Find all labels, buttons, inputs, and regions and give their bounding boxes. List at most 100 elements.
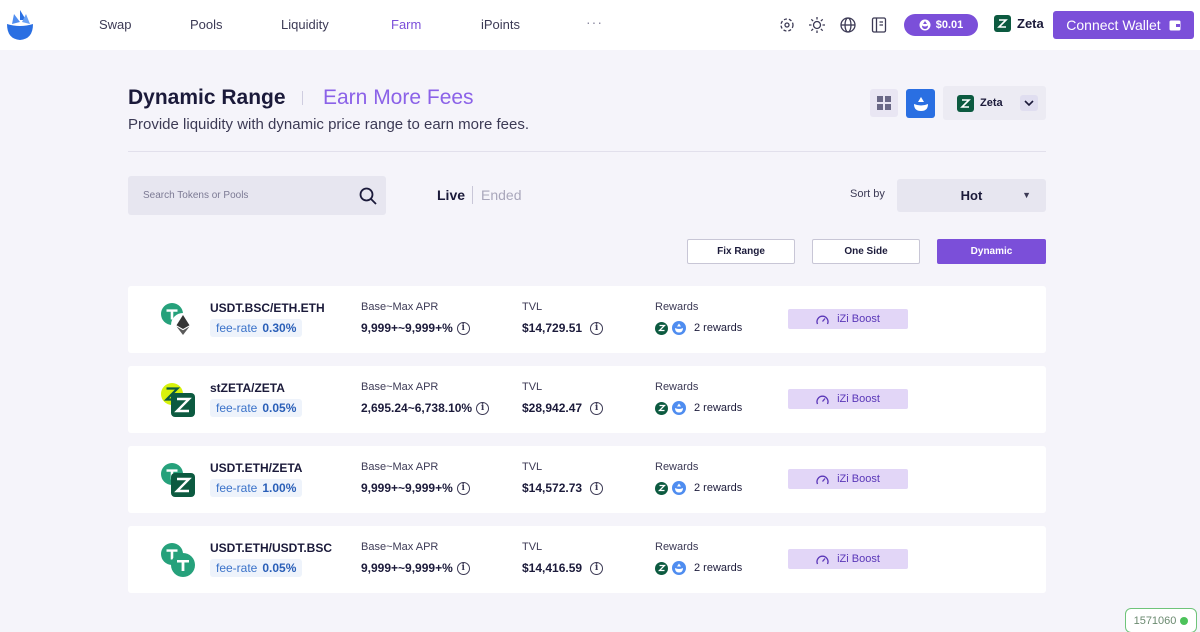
apr-cell: 9,999+~9,999+% i xyxy=(361,321,470,335)
apr-label: Base~Max APR xyxy=(361,461,439,473)
tab-ended[interactable]: Ended xyxy=(481,187,521,203)
rewards-count: 2 rewards xyxy=(694,402,743,414)
info-icon[interactable]: i xyxy=(590,321,604,335)
zeta-token-icon xyxy=(171,473,195,497)
farm-row[interactable]: USDT.ETH/USDT.BSC fee-rate 0.05% Base~Ma… xyxy=(128,526,1046,593)
zeta-token-icon xyxy=(171,393,195,417)
chain-select-label: Zeta xyxy=(980,97,1003,109)
izi-price-badge[interactable]: $0.01 xyxy=(904,14,978,36)
izumi-icon xyxy=(913,96,928,111)
search-box xyxy=(128,176,386,215)
sun-icon[interactable] xyxy=(807,15,827,35)
nav-pools[interactable]: Pools xyxy=(190,17,223,32)
pair-name: USDT.ETH/ZETA xyxy=(210,461,303,475)
izi-boost-label: iZi Boost xyxy=(837,473,880,485)
izi-view-button[interactable] xyxy=(906,89,935,118)
izi-boost-label: iZi Boost xyxy=(837,393,880,405)
top-nav: Swap Pools Liquidity Farm iPoints ··· $0… xyxy=(0,0,1200,50)
apr-value: 9,999+~9,999+% xyxy=(361,481,453,495)
apr-value: 9,999+~9,999+% xyxy=(361,321,453,335)
info-icon[interactable]: i xyxy=(590,481,604,495)
fee-badge: fee-rate 0.05% xyxy=(210,559,303,577)
page-description: Provide liquidity with dynamic price ran… xyxy=(128,116,530,133)
sort-label: Sort by xyxy=(850,188,885,200)
fix-range-button[interactable]: Fix Range xyxy=(687,239,795,264)
info-icon[interactable]: i xyxy=(456,561,470,575)
chain-indicator[interactable]: Zeta xyxy=(994,15,1044,32)
tvl-label: TVL xyxy=(522,381,543,393)
title-divider xyxy=(302,91,303,105)
wallet-icon xyxy=(1169,20,1181,30)
tab-divider xyxy=(472,186,473,204)
search-input[interactable] xyxy=(143,190,343,201)
rewards-count: 2 rewards xyxy=(694,322,743,334)
sort-select[interactable]: Hot ▼ xyxy=(897,179,1046,212)
nav-ipoints[interactable]: iPoints xyxy=(481,17,520,32)
izi-reward-icon xyxy=(672,561,686,575)
search-icon[interactable] xyxy=(358,186,378,206)
dynamic-button[interactable]: Dynamic xyxy=(937,239,1046,264)
fee-badge: fee-rate 0.05% xyxy=(210,399,303,417)
gauge-icon xyxy=(816,475,829,484)
more-menu[interactable]: ··· xyxy=(586,14,603,30)
izi-boost-button[interactable]: iZi Boost xyxy=(788,389,908,409)
fee-value: 0.05% xyxy=(262,561,297,575)
info-icon[interactable]: i xyxy=(590,401,604,415)
apr-cell: 9,999+~9,999+% i xyxy=(361,561,470,575)
info-icon[interactable]: i xyxy=(456,321,470,335)
nav-farm[interactable]: Farm xyxy=(391,17,421,32)
page-title: Dynamic Range xyxy=(128,86,286,109)
rewards-label: Rewards xyxy=(655,461,699,473)
apr-value: 2,695.24~6,738.10% xyxy=(361,401,473,415)
tvl-label: TVL xyxy=(522,301,543,313)
nav-liquidity[interactable]: Liquidity xyxy=(281,17,329,32)
izi-boost-button[interactable]: iZi Boost xyxy=(788,309,908,329)
book-icon[interactable] xyxy=(869,15,889,35)
apr-cell: 9,999+~9,999+% i xyxy=(361,481,470,495)
info-icon[interactable]: i xyxy=(476,401,490,415)
fee-value: 0.05% xyxy=(262,401,297,415)
connect-wallet-button[interactable]: Connect Wallet xyxy=(1053,11,1194,39)
globe-icon[interactable] xyxy=(838,15,858,35)
rewards-label: Rewards xyxy=(655,381,699,393)
chain-select[interactable]: Zeta xyxy=(943,86,1046,120)
fee-label: fee-rate xyxy=(216,321,258,335)
tvl-cell: $14,572.73 i xyxy=(522,481,604,495)
pair-name: USDT.ETH/USDT.BSC xyxy=(210,541,333,555)
one-side-button[interactable]: One Side xyxy=(812,239,920,264)
fee-badge: fee-rate 1.00% xyxy=(210,479,303,497)
farm-row[interactable]: USDT.BSC/ETH.ETH fee-rate 0.30% Base~Max… xyxy=(128,286,1046,353)
grid-view-button[interactable] xyxy=(870,89,898,117)
izi-price: $0.01 xyxy=(935,19,964,31)
chevron-down-icon xyxy=(1020,95,1038,111)
rewards-cell: 2 rewards xyxy=(655,481,742,495)
rewards-count: 2 rewards xyxy=(694,562,743,574)
info-icon[interactable]: i xyxy=(456,481,470,495)
izi-boost-button[interactable]: iZi Boost xyxy=(788,469,908,489)
fee-label: fee-rate xyxy=(216,561,258,575)
izi-reward-icon xyxy=(672,401,686,415)
status-dot xyxy=(1180,616,1189,625)
block-number-indicator: 1571060 xyxy=(1125,608,1197,632)
nav-swap[interactable]: Swap xyxy=(99,17,132,32)
tab-live[interactable]: Live xyxy=(437,187,465,203)
rewards-count: 2 rewards xyxy=(694,482,743,494)
tvl-value: $14,416.59 xyxy=(522,561,583,575)
tvl-cell: $14,729.51 i xyxy=(522,321,604,335)
farm-row[interactable]: stZETA/ZETA fee-rate 0.05% Base~Max APR … xyxy=(128,366,1046,433)
izi-boost-button[interactable]: iZi Boost xyxy=(788,549,908,569)
izi-reward-icon xyxy=(672,481,686,495)
rewards-cell: 2 rewards xyxy=(655,321,742,335)
sort-value: Hot xyxy=(960,188,983,203)
fee-badge: fee-rate 0.30% xyxy=(210,319,303,337)
zeta-reward-icon xyxy=(655,481,668,495)
izi-boost-label: iZi Boost xyxy=(837,553,880,565)
izumi-logo[interactable] xyxy=(4,8,36,42)
tvl-cell: $14,416.59 i xyxy=(522,561,604,575)
network-icon[interactable] xyxy=(777,15,797,35)
farm-row[interactable]: USDT.ETH/ZETA fee-rate 1.00% Base~Max AP… xyxy=(128,446,1046,513)
connect-wallet-label: Connect Wallet xyxy=(1066,17,1161,33)
gauge-icon xyxy=(816,315,829,324)
info-icon[interactable]: i xyxy=(590,561,604,575)
block-number: 1571060 xyxy=(1133,614,1177,627)
